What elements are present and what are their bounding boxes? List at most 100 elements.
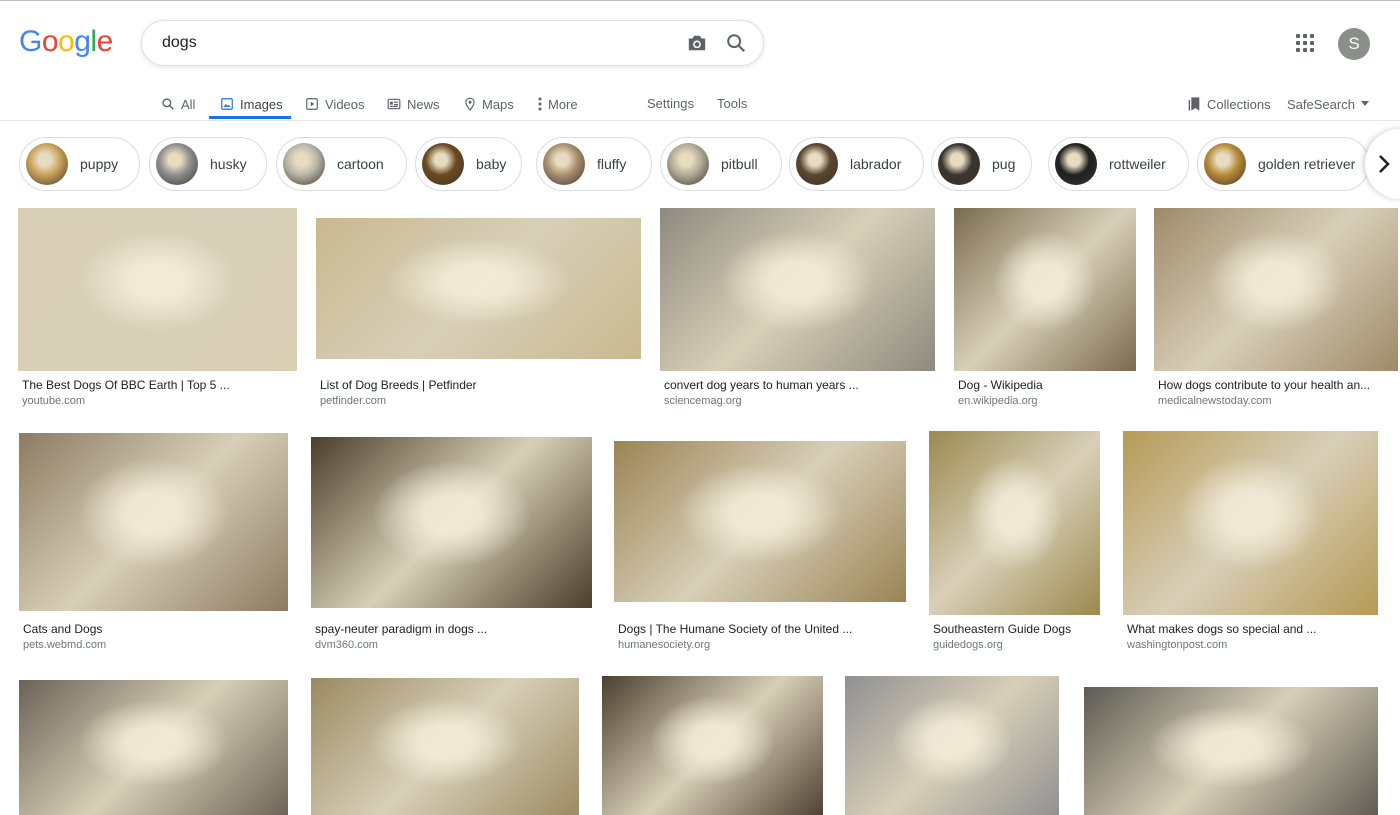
result-title[interactable]: How dogs contribute to your health an... bbox=[1158, 378, 1396, 392]
chip-thumbnail bbox=[543, 143, 585, 185]
collections-link[interactable]: Collections bbox=[1187, 89, 1271, 119]
result-source[interactable]: medicalnewstoday.com bbox=[1158, 395, 1272, 407]
logo-letter: o bbox=[58, 25, 75, 58]
chip-puppy[interactable]: puppy bbox=[19, 137, 140, 191]
result-source[interactable]: guidedogs.org bbox=[933, 639, 1003, 651]
chip-thumbnail bbox=[1055, 143, 1097, 185]
chip-labrador[interactable]: labrador bbox=[789, 137, 924, 191]
chip-thumbnail bbox=[26, 143, 68, 185]
tab-label: All bbox=[181, 96, 196, 112]
header-divider bbox=[0, 120, 1400, 121]
camera-icon[interactable] bbox=[686, 33, 708, 53]
result-source[interactable]: en.wikipedia.org bbox=[958, 395, 1038, 407]
chevron-right-icon bbox=[1379, 155, 1390, 173]
result-thumbnail[interactable] bbox=[954, 208, 1136, 371]
chip-label: labrador bbox=[850, 156, 902, 172]
account-avatar[interactable]: S bbox=[1338, 28, 1370, 60]
tab-label: More bbox=[548, 96, 578, 112]
apps-grid-icon[interactable] bbox=[1296, 34, 1314, 52]
result-thumbnail[interactable] bbox=[311, 437, 592, 608]
collections-label: Collections bbox=[1207, 96, 1271, 112]
tab-maps[interactable]: Maps bbox=[464, 89, 514, 119]
chip-thumbnail bbox=[796, 143, 838, 185]
logo-letter: e bbox=[96, 25, 114, 58]
chip-label: rottweiler bbox=[1109, 156, 1166, 172]
search-input[interactable] bbox=[162, 32, 662, 54]
settings-link[interactable]: Settings bbox=[647, 95, 694, 113]
result-thumbnail[interactable] bbox=[316, 218, 641, 359]
tab-videos[interactable]: Videos bbox=[305, 89, 365, 119]
more-vert-icon bbox=[538, 97, 542, 111]
chip-thumbnail bbox=[283, 143, 325, 185]
result-thumbnail[interactable] bbox=[311, 678, 579, 815]
chip-label: pitbull bbox=[721, 156, 758, 172]
chip-husky[interactable]: husky bbox=[149, 137, 267, 191]
chip-thumbnail bbox=[1204, 143, 1246, 185]
safesearch-menu[interactable]: SafeSearch bbox=[1287, 89, 1369, 119]
top-border bbox=[0, 0, 1400, 1]
tools-link[interactable]: Tools bbox=[717, 95, 747, 113]
chip-fluffy[interactable]: fluffy bbox=[536, 137, 652, 191]
chip-thumbnail bbox=[156, 143, 198, 185]
chip-label: baby bbox=[476, 156, 507, 172]
result-thumbnail[interactable] bbox=[1084, 687, 1378, 815]
result-thumbnail[interactable] bbox=[1123, 431, 1378, 615]
search-box[interactable] bbox=[141, 20, 764, 66]
chip-label: puppy bbox=[80, 156, 119, 172]
tab-news[interactable]: News bbox=[387, 89, 440, 119]
chip-label: fluffy bbox=[597, 156, 627, 172]
result-thumbnail[interactable] bbox=[614, 441, 906, 602]
result-thumbnail[interactable] bbox=[1154, 208, 1398, 371]
result-source[interactable]: petfinder.com bbox=[320, 395, 386, 407]
chip-baby[interactable]: baby bbox=[415, 137, 522, 191]
result-thumbnail[interactable] bbox=[660, 208, 935, 371]
tab-label: Videos bbox=[325, 96, 365, 112]
result-title[interactable]: The Best Dogs Of BBC Earth | Top 5 ... bbox=[22, 378, 295, 392]
result-title[interactable]: Dog - Wikipedia bbox=[958, 378, 1134, 392]
chip-thumbnail bbox=[422, 143, 464, 185]
result-title[interactable]: Cats and Dogs bbox=[23, 622, 286, 636]
result-thumbnail[interactable] bbox=[602, 676, 823, 815]
chip-pug[interactable]: pug bbox=[931, 137, 1032, 191]
result-thumbnail[interactable] bbox=[18, 208, 297, 371]
result-source[interactable]: dvm360.com bbox=[315, 639, 378, 651]
tab-label: Images bbox=[240, 96, 283, 112]
video-icon bbox=[306, 98, 318, 110]
logo-letter: G bbox=[19, 25, 42, 58]
result-title[interactable]: spay-neuter paradigm in dogs ... bbox=[315, 622, 590, 636]
result-title[interactable]: convert dog years to human years ... bbox=[664, 378, 933, 392]
search-icon bbox=[162, 98, 174, 110]
result-title[interactable]: Southeastern Guide Dogs bbox=[933, 622, 1098, 636]
result-source[interactable]: pets.webmd.com bbox=[23, 639, 106, 651]
chip-thumbnail bbox=[938, 143, 980, 185]
logo-letter: g bbox=[74, 25, 91, 58]
chip-pitbull[interactable]: pitbull bbox=[660, 137, 782, 191]
result-thumbnail[interactable] bbox=[19, 680, 288, 815]
news-icon bbox=[387, 98, 401, 110]
tab-images[interactable]: Images bbox=[220, 89, 283, 119]
active-tab-indicator bbox=[209, 116, 291, 119]
chip-label: husky bbox=[210, 156, 247, 172]
result-title[interactable]: Dogs | The Humane Society of the United … bbox=[618, 622, 904, 636]
tab-label: Maps bbox=[482, 96, 514, 112]
google-logo[interactable]: Google bbox=[19, 25, 113, 59]
result-source[interactable]: humanesociety.org bbox=[618, 639, 710, 651]
result-source[interactable]: sciencemag.org bbox=[664, 395, 742, 407]
result-thumbnail[interactable] bbox=[845, 676, 1059, 815]
chips-next-button[interactable] bbox=[1365, 129, 1400, 199]
chip-rottweiler[interactable]: rottweiler bbox=[1048, 137, 1189, 191]
search-icon[interactable] bbox=[725, 32, 747, 54]
map-pin-icon bbox=[465, 97, 475, 111]
tab-more[interactable]: More bbox=[538, 89, 578, 119]
result-source[interactable]: youtube.com bbox=[22, 395, 85, 407]
chip-golden-retriever[interactable]: golden retriever bbox=[1197, 137, 1370, 191]
result-title[interactable]: List of Dog Breeds | Petfinder bbox=[320, 378, 639, 392]
result-thumbnail[interactable] bbox=[929, 431, 1100, 615]
chip-thumbnail bbox=[667, 143, 709, 185]
image-icon bbox=[221, 98, 233, 110]
tab-all[interactable]: All bbox=[161, 89, 195, 119]
result-source[interactable]: washingtonpost.com bbox=[1127, 639, 1227, 651]
result-thumbnail[interactable] bbox=[19, 433, 288, 611]
result-title[interactable]: What makes dogs so special and ... bbox=[1127, 622, 1376, 636]
chip-cartoon[interactable]: cartoon bbox=[276, 137, 407, 191]
